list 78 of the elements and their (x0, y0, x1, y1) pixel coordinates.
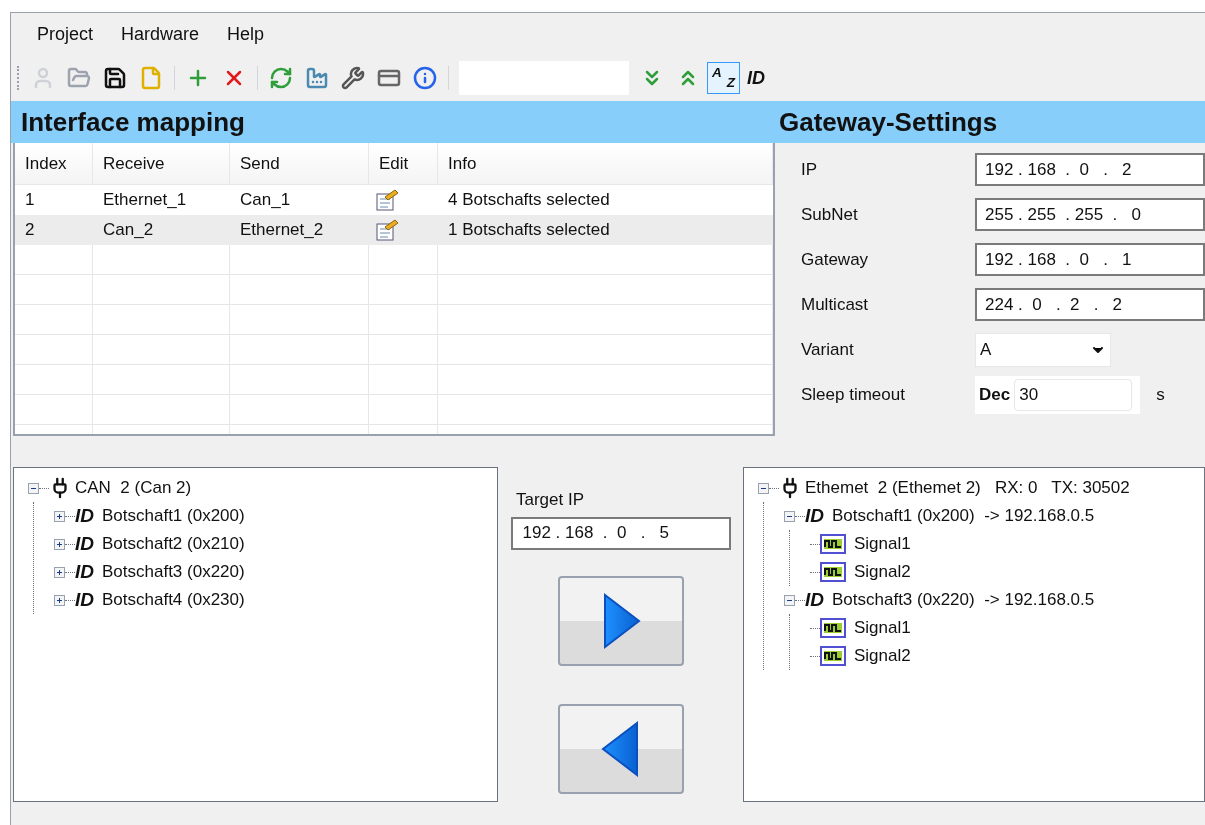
toolbar-button[interactable]: ID (742, 62, 770, 94)
expand-icon[interactable] (54, 510, 65, 522)
tree-item[interactable]: Botschaft3 (0x220) -> 192.168.0.5 (832, 587, 1095, 613)
target-ip-label: Target IP (516, 489, 585, 511)
id-label: ID (75, 503, 94, 528)
collapse-icon[interactable] (758, 482, 769, 494)
tree-item[interactable]: Signal2 (854, 643, 911, 669)
table-cell-text: Ethernet_1 (102, 189, 188, 212)
tree-item[interactable]: Botschaft2 (0x210) (102, 531, 245, 557)
column-header[interactable]: Info (438, 143, 773, 184)
ip-field[interactable]: 224 . 0 . 2 . 2 (975, 288, 1205, 321)
factory-icon (305, 66, 329, 90)
expand-icon[interactable] (54, 594, 65, 606)
folder-icon (67, 66, 91, 90)
tree-item[interactable]: Signal2 (854, 559, 911, 585)
tree-item[interactable]: Signal1 (854, 531, 911, 557)
timeout-field[interactable]: 30 (1014, 378, 1133, 411)
field-label: IP (801, 158, 819, 181)
table-cell-text: 1 Botschafts selected (447, 219, 611, 242)
collapse-icon[interactable] (784, 594, 795, 606)
id-label: ID (75, 559, 94, 584)
variant-dropdown[interactable]: A (975, 332, 1111, 367)
target-ip-field[interactable]: 192 . 168 . 0 . 5 (510, 516, 731, 550)
collapse-icon[interactable] (28, 482, 39, 494)
tree-item[interactable]: Botschaft1 (0x200) -> 192.168.0.5 (832, 503, 1095, 529)
table-cell-text: 1 (24, 189, 36, 212)
format-label: Dec (979, 383, 1011, 406)
tree-item[interactable]: Ethemet 2 (Ethemet 2) RX: 0 TX: 30502 (805, 475, 1130, 501)
unit-label: s (1156, 383, 1165, 406)
signal-icon (820, 562, 846, 582)
table-cell-text: 2 (24, 219, 36, 242)
move-left-button[interactable] (557, 703, 684, 794)
field-label: Multicast (801, 293, 870, 316)
ip-field[interactable]: 255 . 255 . 255 . 0 (975, 198, 1205, 231)
field-label: Sleep timeout (801, 383, 906, 406)
ip-field[interactable]: 192 . 168 . 0 . 1 (975, 243, 1205, 276)
ip-field[interactable]: 192 . 168 . 0 . 2 (975, 153, 1205, 186)
field-label: Gateway (801, 248, 870, 271)
info-icon (413, 66, 437, 90)
signal-icon (820, 646, 846, 666)
tree-item[interactable]: Botschaft3 (0x220) (102, 559, 245, 585)
table-cell-text: 4 Botschafts selected (447, 189, 611, 212)
id-label: ID (75, 531, 94, 556)
tools-icon (341, 66, 365, 90)
expand-icon[interactable] (54, 566, 65, 578)
column-header[interactable]: Index (15, 143, 93, 184)
field-label: Variant (801, 338, 855, 361)
column-header[interactable]: Send (230, 143, 369, 184)
signal-icon (820, 618, 846, 638)
edit-icon[interactable] (375, 189, 399, 211)
edit-icon[interactable] (375, 219, 399, 241)
expand-icon[interactable] (54, 538, 65, 550)
table-cell-text: Can_2 (102, 219, 155, 242)
id-label: ID (805, 587, 824, 612)
triangle-left-icon (600, 720, 641, 777)
tree-item[interactable]: CAN 2 (Can 2) (75, 475, 192, 501)
table-row[interactable]: 2 Can_2 Ethernet_2 1 Botschafts selected (15, 215, 773, 245)
id-label: ID (75, 587, 94, 612)
collapse-icon[interactable] (784, 510, 795, 522)
panel-header: Interface mapping (11, 101, 775, 143)
table-cell-text: Can_1 (239, 189, 292, 212)
save-icon (103, 66, 127, 90)
menu-item[interactable]: Hardware (109, 20, 212, 48)
table-cell-text: Ethernet_2 (239, 219, 325, 242)
document-icon (139, 66, 163, 90)
tree-item[interactable]: Botschaft1 (0x200) (102, 503, 245, 529)
signal-icon (820, 534, 846, 554)
field-label: SubNet (801, 203, 859, 226)
id-label: ID (805, 503, 824, 528)
panel-header: Gateway-Settings (775, 101, 1205, 143)
column-header[interactable]: Receive (93, 143, 230, 184)
menu-item[interactable]: Project (25, 20, 106, 48)
menu-item[interactable]: Help (215, 20, 277, 48)
move-right-button[interactable] (557, 575, 684, 666)
refresh-icon (269, 66, 293, 90)
tree-item[interactable]: Signal1 (854, 615, 911, 641)
column-header[interactable]: Edit (369, 143, 438, 184)
tree-item[interactable]: Botschaft4 (0x230) (102, 587, 245, 613)
